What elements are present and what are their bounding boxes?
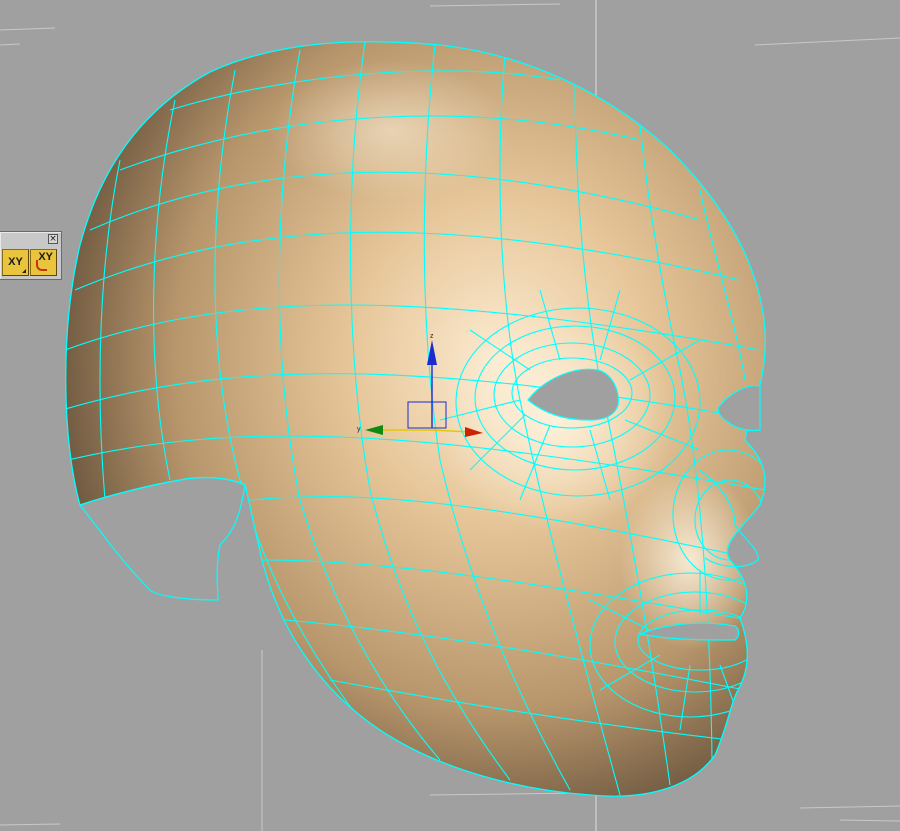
flyout-indicator-icon — [22, 269, 26, 273]
axis-constraints-toolbar[interactable]: × XY XY — [0, 231, 62, 280]
viewport-canvas[interactable]: z y — [0, 0, 900, 831]
close-icon: × — [49, 234, 57, 244]
axis-xy-plane-icon: XY — [38, 251, 53, 263]
axis-xy-constraint-icon: XY — [8, 256, 23, 268]
perspective-viewport[interactable]: z y × XY XY — [0, 0, 900, 831]
gizmo-z-label: z — [430, 333, 434, 340]
gizmo-y-label: y — [357, 426, 361, 433]
head-mesh[interactable] — [65, 41, 766, 797]
toolbar-close-button[interactable]: × — [48, 234, 58, 244]
axis-xy-constraint-button[interactable]: XY — [2, 249, 29, 276]
axis-xy-plane-button[interactable]: XY — [30, 249, 57, 276]
